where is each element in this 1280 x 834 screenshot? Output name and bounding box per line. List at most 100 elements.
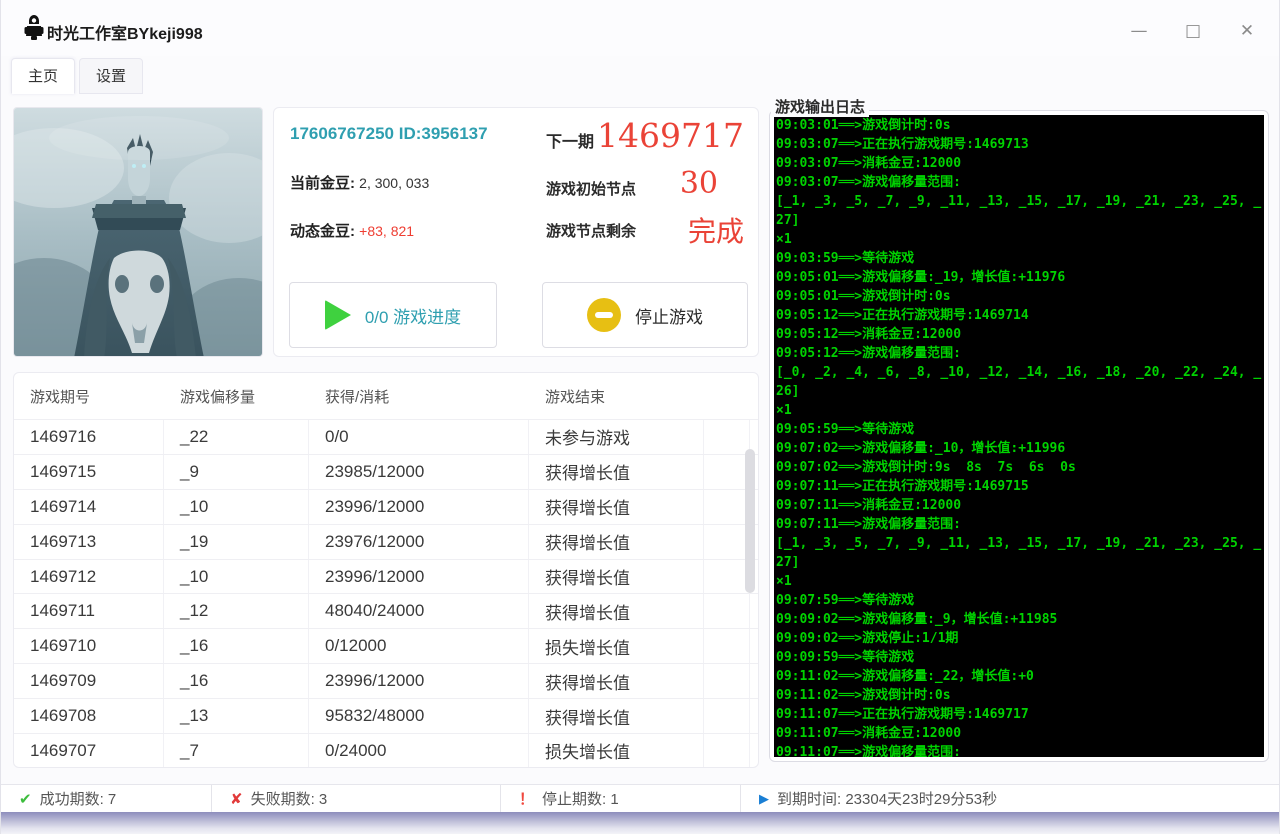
- log-line: 09:11:07══>游戏偏移量范围:: [776, 743, 1262, 757]
- table-row[interactable]: 1469710_160/12000损失增长值: [14, 628, 758, 663]
- table-cell: 1469707: [14, 734, 164, 768]
- table-cell: 1469712: [14, 560, 164, 594]
- current-beans-label: 当前金豆:: [290, 175, 355, 192]
- table-row[interactable]: 1469712_1023996/12000获得增长值: [14, 559, 758, 594]
- init-node-label: 游戏初始节点: [546, 178, 636, 199]
- table-cell: 获得增长值: [529, 490, 704, 524]
- game-progress-button[interactable]: 0/0 游戏进度: [289, 282, 497, 348]
- log-line: 09:09:59══>等待游戏: [776, 648, 1262, 667]
- table-cell: 95832/48000: [309, 699, 529, 733]
- table-cell: 23976/12000: [309, 525, 529, 559]
- table-cell: 获得增长值: [529, 525, 704, 559]
- table-cell: 1469710: [14, 629, 164, 663]
- table-cell: 1469714: [14, 490, 164, 524]
- log-line: 09:07:59══>等待游戏: [776, 591, 1262, 610]
- window-title: 时光工作室BYkeji998: [47, 20, 203, 44]
- log-title: 游戏输出日志: [771, 96, 869, 117]
- table-row[interactable]: 1469716_220/0未参与游戏: [14, 419, 758, 454]
- tab-bar: 主页 设置: [11, 58, 143, 94]
- table-cell: 损失增长值: [529, 734, 704, 768]
- table-row[interactable]: 1469707_70/24000损失增长值: [14, 733, 758, 768]
- node-remaining-value: 完成: [688, 210, 744, 250]
- table-cell: 获得增长值: [529, 594, 704, 628]
- app-icon: [23, 14, 45, 42]
- table-cell: 0/0: [309, 420, 529, 454]
- table-cell-filler: [704, 490, 750, 524]
- info-panel: 17606767250 ID:3956137 当前金豆: 2, 300, 033…: [273, 107, 759, 357]
- tab-settings[interactable]: 设置: [79, 58, 143, 94]
- table-row[interactable]: 1469711_1248040/24000获得增长值: [14, 593, 758, 628]
- table-cell: 1469716: [14, 420, 164, 454]
- status-bar: ✔ 成功期数: 7 ✘ 失败期数: 3 ！ 停止期数: 1 ▶ 到期时间: 23…: [1, 784, 1280, 812]
- table-cell: _16: [164, 664, 309, 698]
- tab-home[interactable]: 主页: [11, 58, 75, 94]
- table-cell-filler: [704, 560, 750, 594]
- log-line: 09:03:59══>等待游戏: [776, 249, 1262, 268]
- artwork-image: [14, 108, 263, 357]
- log-line: [_0, _2, _4, _6, _8, _10, _12, _14, _16,…: [776, 363, 1262, 401]
- table-row[interactable]: 1469709_1623996/12000获得增长值: [14, 663, 758, 698]
- close-icon[interactable]: ✕: [1233, 18, 1261, 44]
- status-fail-label: 失败期数: 3: [251, 788, 328, 809]
- log-line: ×1: [776, 230, 1262, 249]
- table-row[interactable]: 1469713_1923976/12000获得增长值: [14, 524, 758, 559]
- maximize-icon[interactable]: □: [1179, 18, 1207, 44]
- log-line: 09:05:12══>游戏偏移量范围:: [776, 344, 1262, 363]
- log-line: 09:03:07══>正在执行游戏期号:1469713: [776, 135, 1262, 154]
- cross-icon: ✘: [230, 790, 243, 808]
- log-line: 09:07:11══>消耗金豆:12000: [776, 496, 1262, 515]
- log-line: 09:11:07══>消耗金豆:12000: [776, 724, 1262, 743]
- status-expire-label: 到期时间: 23304天23时29分53秒: [777, 788, 997, 809]
- next-round-value: 1469717: [597, 116, 744, 155]
- table-cell: 0/12000: [309, 629, 529, 663]
- dynamic-beans-label: 动态金豆:: [290, 223, 355, 240]
- log-line: [_1, _3, _5, _7, _9, _11, _13, _15, _17,…: [776, 192, 1262, 230]
- stop-icon: [587, 298, 621, 332]
- table-cell: 0/24000: [309, 734, 529, 768]
- table-cell: 损失增长值: [529, 629, 704, 663]
- app-window: 时光工作室BYkeji998 — □ ✕ 主页 设置: [0, 0, 1280, 834]
- table-cell: 1469709: [14, 664, 164, 698]
- dynamic-beans-value: +83, 821: [359, 223, 414, 239]
- account-id-text: 17606767250 ID:3956137: [290, 124, 488, 144]
- table-cell: _22: [164, 420, 309, 454]
- table-cell: 23985/12000: [309, 455, 529, 489]
- table-cell: 获得增长值: [529, 455, 704, 489]
- table-cell: 1469713: [14, 525, 164, 559]
- table-row[interactable]: 1469714_1023996/12000获得增长值: [14, 489, 758, 524]
- table-cell: _10: [164, 560, 309, 594]
- table-scrollbar-thumb[interactable]: [745, 449, 755, 593]
- stop-game-label: 停止游戏: [635, 303, 703, 328]
- log-line: 09:07:02══>游戏倒计时:9s 8s 7s 6s 0s: [776, 458, 1262, 477]
- table-cell: 1469708: [14, 699, 164, 733]
- log-line: 09:11:07══>正在执行游戏期号:1469717: [776, 705, 1262, 724]
- stop-game-button[interactable]: 停止游戏: [542, 282, 748, 348]
- status-stop: ！ 停止期数: 1: [501, 785, 741, 812]
- log-line: 09:09:02══>游戏偏移量:_9，增长值:+11985: [776, 610, 1262, 629]
- log-group: 游戏输出日志 09:03:01══>游戏倒计时:0s09:03:07══>正在执…: [769, 96, 1269, 766]
- table-cell: 获得增长值: [529, 560, 704, 594]
- log-output[interactable]: 09:03:01══>游戏倒计时:0s09:03:07══>正在执行游戏期号:1…: [774, 115, 1264, 757]
- log-line: ×1: [776, 401, 1262, 420]
- play-triangle-icon: ▶: [759, 791, 769, 807]
- table-body[interactable]: 1469716_220/0未参与游戏1469715_923985/12000获得…: [14, 419, 758, 768]
- log-line: 09:03:01══>游戏倒计时:0s: [776, 116, 1262, 135]
- log-frame: 09:03:01══>游戏倒计时:0s09:03:07══>正在执行游戏期号:1…: [769, 110, 1269, 762]
- dynamic-beans-row: 动态金豆: +83, 821: [290, 220, 414, 241]
- table-row[interactable]: 1469715_923985/12000获得增长值: [14, 454, 758, 489]
- status-stop-label: 停止期数: 1: [542, 788, 619, 809]
- title-bar: 时光工作室BYkeji998 — □ ✕: [1, 0, 1279, 56]
- table-cell-filler: [704, 734, 750, 768]
- current-beans-value: 2, 300, 033: [359, 175, 429, 191]
- table-cell: _10: [164, 490, 309, 524]
- table-row[interactable]: 1469708_1395832/48000获得增长值: [14, 698, 758, 733]
- table-cell: _9: [164, 455, 309, 489]
- play-icon: [325, 300, 351, 330]
- minimize-icon[interactable]: —: [1125, 18, 1153, 44]
- status-fail: ✘ 失败期数: 3: [212, 785, 501, 812]
- table-cell-filler: [704, 699, 750, 733]
- table-cell: _13: [164, 699, 309, 733]
- table-cell-filler: [704, 420, 750, 454]
- game-progress-label: 0/0 游戏进度: [365, 303, 461, 328]
- log-line: 09:05:01══>游戏偏移量:_19，增长值:+11976: [776, 268, 1262, 287]
